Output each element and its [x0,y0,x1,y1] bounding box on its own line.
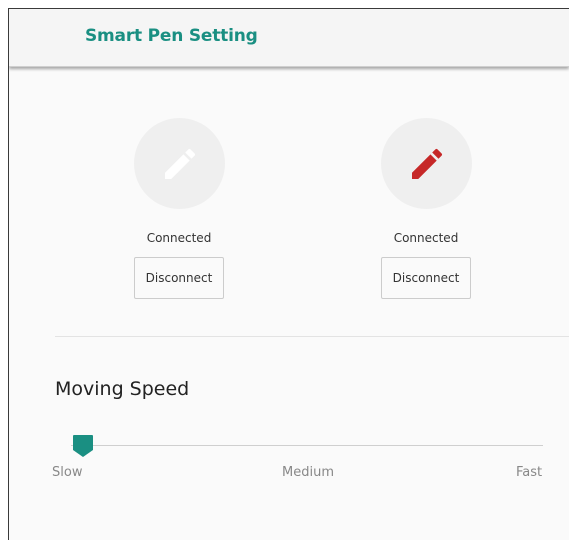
slider-track[interactable] [71,445,543,446]
moving-speed-slider[interactable] [65,433,555,459]
disconnect-button[interactable]: Disconnect [134,257,224,299]
pen-panel-1: Connected Disconnect [114,118,244,318]
pen-panel-2: Connected Disconnect [361,118,491,318]
pen-icon [412,148,443,179]
section-divider [55,336,569,337]
speed-label-fast: Fast [516,465,543,480]
pen-avatar [381,118,472,209]
disconnect-button[interactable]: Disconnect [381,257,471,299]
app-header: Smart Pen Setting [9,9,569,67]
pen-avatar [134,118,225,209]
pen-icon [165,148,196,179]
slider-thumb[interactable] [71,433,95,459]
speed-label-slow: Slow [52,465,83,480]
connection-status: Connected [146,231,212,245]
speed-label-medium: Medium [282,465,334,480]
page-title: Smart Pen Setting [85,26,258,46]
moving-speed-title: Moving Speed [55,378,190,400]
app-window: Smart Pen Setting Connected Disconnect C… [8,8,569,540]
connection-status: Connected [393,231,459,245]
